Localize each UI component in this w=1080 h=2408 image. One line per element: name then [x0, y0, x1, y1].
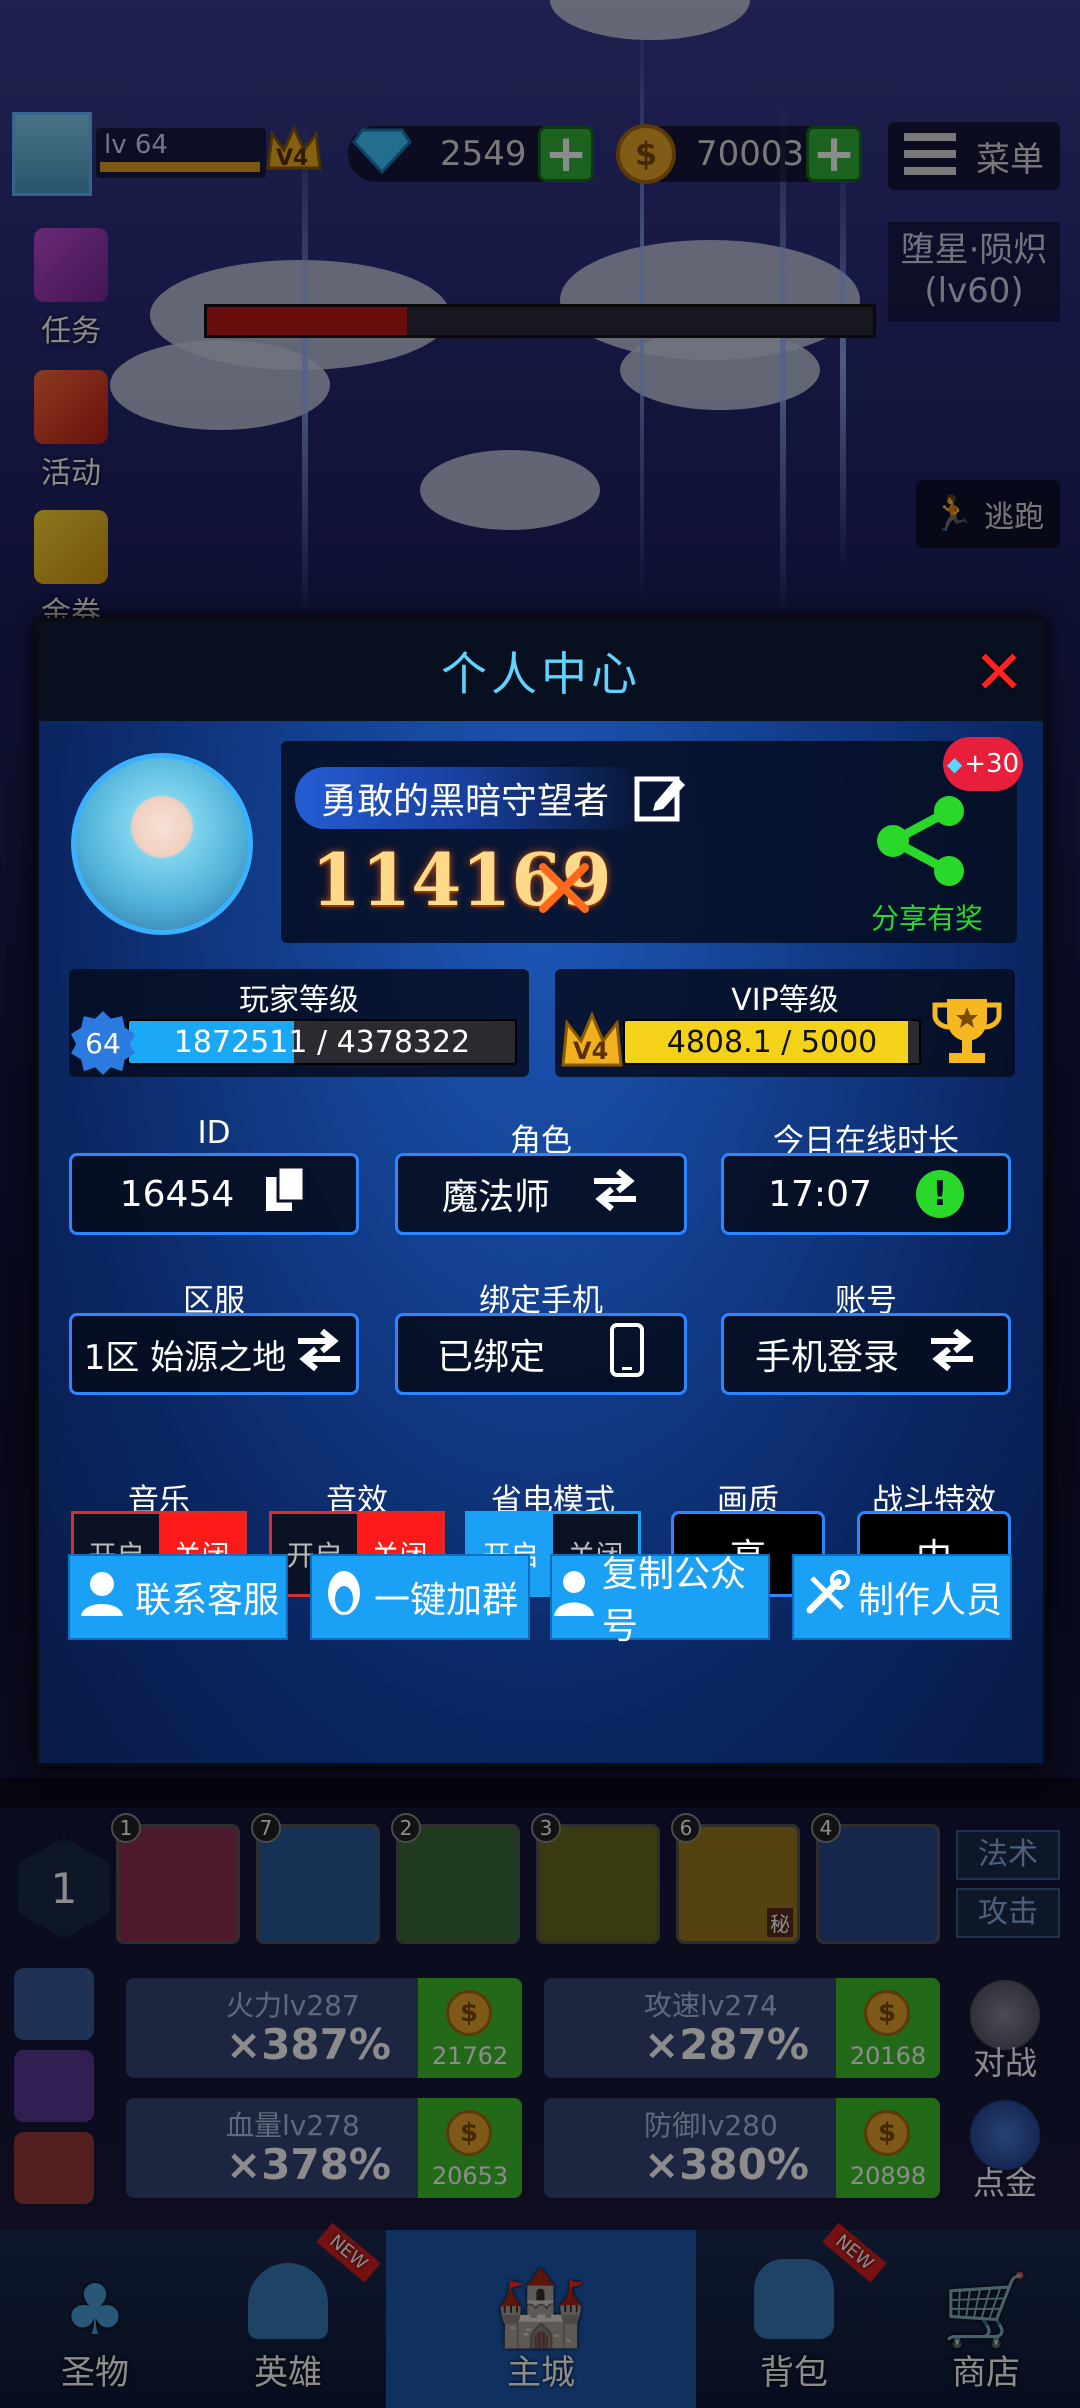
user-icon — [552, 1568, 596, 1627]
account-field[interactable]: 手机登录 — [721, 1313, 1011, 1395]
switch-icon[interactable] — [590, 1165, 640, 1224]
credits-label: 制作人员 — [857, 1580, 1002, 1621]
account-value: 手机登录 — [754, 1337, 899, 1378]
role-field[interactable]: 魔法师 — [395, 1153, 687, 1235]
server-field[interactable]: 1区 始源之地 — [69, 1313, 359, 1395]
player-name-banner: 勇敢的黑暗守望者 — [295, 767, 645, 829]
share-reward-amount: +30 — [964, 749, 1020, 779]
modal-title: 个人中心 — [441, 647, 641, 701]
share-icon[interactable] — [873, 795, 969, 891]
online-time-field: 17:07 ! — [721, 1153, 1011, 1235]
credits-button[interactable]: 制作人员 — [792, 1554, 1012, 1640]
alert-icon[interactable]: ! — [915, 1170, 964, 1218]
copy-account-label: 复制公众号 — [602, 1554, 747, 1647]
phone-icon — [609, 1322, 645, 1387]
player-level-value: 64 — [85, 1026, 121, 1060]
diamond-icon: ◆ — [946, 752, 963, 776]
vip-badge-text: V4 — [573, 1037, 609, 1065]
penguin-icon — [322, 1567, 366, 1628]
switch-icon[interactable] — [294, 1325, 344, 1384]
phone-value: 已绑定 — [436, 1337, 545, 1378]
contact-service-label: 联系客服 — [134, 1580, 279, 1621]
player-name: 勇敢的黑暗守望者 — [321, 781, 610, 822]
trophy-icon[interactable] — [929, 993, 1005, 1073]
server-value: 1区 始源之地 — [83, 1337, 287, 1378]
join-group-button[interactable]: 一键加群 — [310, 1554, 530, 1640]
copy-account-button[interactable]: 复制公众号 — [550, 1554, 770, 1647]
switch-icon[interactable] — [927, 1325, 977, 1384]
edit-icon[interactable] — [633, 769, 689, 829]
profile-panel: 勇敢的黑暗守望者 114169 ◆ +30 分享有奖 — [281, 737, 1023, 943]
role-value: 魔法师 — [441, 1177, 550, 1218]
vip-crown-icon: V4 — [557, 1007, 627, 1073]
modal-header: 个人中心 — [39, 621, 1043, 721]
level-badge-icon: 64 — [71, 1011, 135, 1075]
id-field: 16454 — [69, 1153, 359, 1235]
id-label: ID — [197, 1115, 231, 1151]
player-exp-bar: 1872511 / 4378322 — [127, 1019, 517, 1065]
contact-service-button[interactable]: 联系客服 — [68, 1554, 288, 1640]
crossed-swords-icon — [537, 861, 591, 919]
join-group-label: 一键加群 — [373, 1580, 518, 1621]
online-time-value: 17:07 — [768, 1173, 872, 1215]
share-reward-badge: ◆ +30 — [943, 737, 1023, 791]
player-level-panel: 玩家等级 1872511 / 4378322 64 — [69, 969, 529, 1077]
close-icon[interactable]: ✕ — [971, 643, 1027, 703]
player-exp-text: 1872511 / 4378322 — [173, 1025, 471, 1060]
copy-icon[interactable] — [264, 1165, 308, 1224]
player-avatar[interactable] — [71, 753, 253, 935]
vip-exp-text: 4808.1 / 5000 — [666, 1025, 878, 1060]
share-label[interactable]: 分享有奖 — [871, 897, 983, 937]
vip-exp-bar: 4808.1 / 5000 — [623, 1019, 921, 1065]
id-value: 16454 — [119, 1173, 235, 1215]
player-level-label: 玩家等级 — [239, 983, 359, 1018]
phone-field[interactable]: 已绑定 — [395, 1313, 687, 1395]
tools-icon — [802, 1568, 852, 1627]
support-agent-icon — [77, 1568, 127, 1627]
vip-level-panel: VIP等级 4808.1 / 5000 V4 — [555, 969, 1015, 1077]
